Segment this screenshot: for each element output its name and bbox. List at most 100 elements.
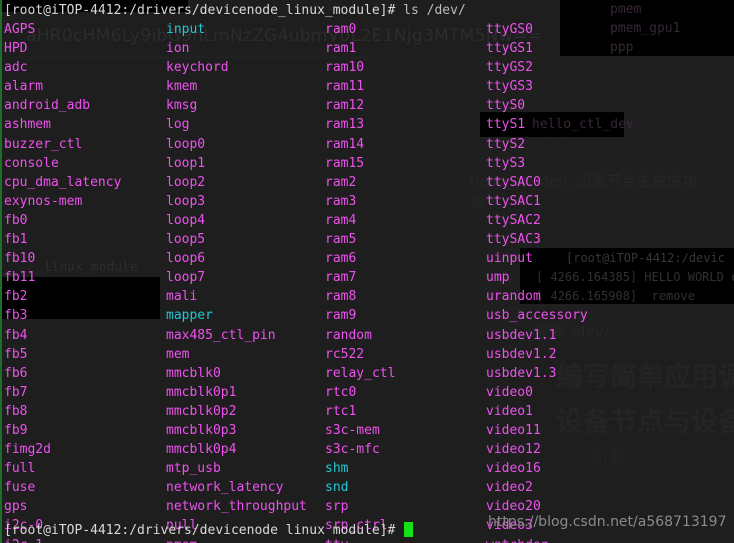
listing-column-2: input ion keychord kmem kmsg log loop0 loop1 loo… [166, 20, 307, 543]
dev-entry: fb2 [4, 289, 28, 305]
dev-entry: ram9 [325, 308, 357, 324]
dev-entry: fuse [4, 480, 36, 496]
dev-entry: max485_ctl_pin [166, 327, 276, 343]
dev-entry: urandom [486, 289, 541, 305]
dev-entry: ram15 [325, 155, 365, 171]
dev-entry: ram12 [325, 98, 365, 114]
dev-entry: usb_accessory [486, 308, 588, 324]
watermark-url: https://blog.csdn.net/a568713197 [488, 514, 727, 530]
prompt-line-bottom[interactable]: [root@iTOP-4412:/drivers/devicenode linu… [4, 521, 414, 540]
dev-entry: network_latency [166, 480, 284, 496]
dev-entry: uinput [486, 251, 533, 267]
dev-entry: console [4, 155, 59, 171]
dev-entry: video11 [486, 422, 541, 438]
dev-entry: video16 [486, 461, 541, 477]
dev-entry: ttyS2 [486, 136, 526, 152]
dev-entry: ram14 [325, 136, 365, 152]
dev-entry: ttyGS0 [486, 22, 533, 37]
dev-entry: ttySAC2 [486, 212, 541, 228]
dev-entry: watchdog [486, 536, 588, 543]
dev-entry: ram4 [325, 212, 357, 228]
dev-entry: mmcblk0 [166, 365, 221, 381]
dev-entry: ram7 [325, 270, 357, 286]
dev-entry: s3c-mfc [325, 442, 380, 458]
block-cursor-icon [404, 522, 414, 537]
dev-entry: loop1 [166, 155, 206, 171]
dev-entry: srp [325, 499, 349, 515]
prompt-line-top: [root@iTOP-4412:/drivers/devicenode_linu… [4, 1, 466, 20]
dev-entry: ram11 [325, 79, 365, 95]
dev-entry: network_throughput [166, 499, 307, 515]
dev-entry: fb10 [4, 251, 36, 267]
dev-entry: ttySAC1 [486, 193, 541, 209]
dev-entry: keychord [166, 60, 229, 76]
dev-entry: snd [325, 480, 349, 496]
dev-entry: mmcblk0p2 [166, 403, 237, 419]
prompt-text-top: [root@iTOP-4412:/drivers/devicenode_linu… [4, 3, 404, 18]
dev-entry: mem [166, 346, 190, 362]
dev-entry: mmcblk0p3 [166, 422, 237, 438]
dev-entry: random [325, 327, 372, 343]
dev-entry: gps [4, 499, 28, 515]
dev-entry: full [4, 461, 36, 477]
dev-entry: ram10 [325, 60, 365, 76]
dev-entry: ram1 [325, 41, 357, 57]
listing-column-1: AGPS HPD adc alarm android_adb ashmem buzzer_c… [4, 20, 121, 543]
dev-entry: kmsg [166, 98, 198, 114]
dev-entry: video2 [486, 480, 533, 496]
dev-entry: HPD [4, 41, 28, 57]
dev-entry: ump [486, 270, 510, 286]
listing-column-3: ram0 ram1 ram10 ram11 ram12 ram13 ram14 ram15 ra… [325, 20, 395, 543]
dev-entry: ion [166, 41, 190, 57]
dev-entry: ttyS3 [486, 155, 526, 171]
dev-entry: fb8 [4, 403, 28, 419]
dev-entry: ttyGS3 [486, 79, 533, 95]
dev-entry: fb4 [4, 327, 28, 343]
dev-entry: video1 [486, 403, 533, 419]
dev-entry: ram6 [325, 251, 357, 267]
dev-entry: ttyS1 [486, 117, 526, 133]
dev-entry: ram5 [325, 232, 357, 248]
dev-entry: relay_ctl [325, 365, 396, 381]
dev-entry: alarm [4, 79, 44, 95]
dev-entry: ashmem [4, 117, 51, 133]
dev-entry: loop3 [166, 193, 206, 209]
dev-entry: video0 [486, 384, 533, 400]
dev-entry: shm [325, 461, 349, 477]
dev-entry: input [166, 22, 206, 37]
dev-entry: fimg2d [4, 442, 51, 458]
dev-entry: loop0 [166, 136, 206, 152]
dev-entry: rc522 [325, 346, 365, 362]
listing-column-4: ttyGS0 ttyGS1 ttyGS2 ttyGS3 ttyS0 ttyS1 ttyS2 t… [486, 20, 588, 543]
dev-entry: rtc1 [325, 403, 357, 419]
dev-entry: ram2 [325, 174, 357, 190]
dev-entry: ram8 [325, 289, 357, 305]
dev-entry: rtc0 [325, 384, 357, 400]
dev-entry: fb1 [4, 232, 28, 248]
dev-entry: ram13 [325, 117, 365, 133]
dev-entry: fb3 [4, 308, 28, 324]
dev-entry: loop7 [166, 270, 206, 286]
dev-entry: mmcblk0p4 [166, 442, 237, 458]
dev-entry: ttySAC0 [486, 174, 541, 190]
dev-entry: ram0 [325, 22, 357, 37]
dev-entry: adc [4, 60, 28, 76]
dev-entry: AGPS [4, 22, 36, 37]
dev-entry: ttyS0 [486, 98, 526, 114]
dev-entry: fb9 [4, 422, 28, 438]
terminal-left-rule [0, 0, 2, 543]
dev-entry: kmem [166, 79, 198, 95]
dev-entry: mali [166, 289, 198, 305]
command-text: ls /dev/ [403, 3, 466, 18]
terminal-window[interactable]: pmem pmem_gpu1 ppp ptmx i2c-3 i2c-4 i2c-… [0, 0, 734, 543]
dev-entry: fb6 [4, 365, 28, 381]
dev-entry: fb11 [4, 270, 36, 286]
dev-entry: ttyGS1 [486, 41, 533, 57]
dev-entry: mapper [166, 308, 213, 324]
dev-entry: loop4 [166, 212, 206, 228]
dev-entry: usbdev1.2 [486, 346, 557, 362]
dev-entry: loop2 [166, 174, 206, 190]
dev-entry: log [166, 117, 190, 133]
dev-entry: mtp_usb [166, 461, 221, 477]
dev-entry: fb5 [4, 346, 28, 362]
